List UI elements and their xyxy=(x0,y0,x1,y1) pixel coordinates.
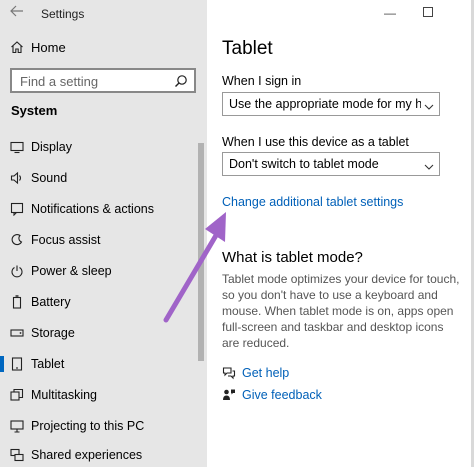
battery-icon xyxy=(10,295,24,309)
chat-bubble-icon xyxy=(222,366,236,380)
give-feedback-link[interactable]: Give feedback xyxy=(242,388,322,402)
sign-in-mode-dropdown[interactable]: Use the appropriate mode for my hardw... xyxy=(222,92,440,116)
scrollbar-thumb[interactable] xyxy=(198,143,204,361)
sound-icon xyxy=(10,171,24,185)
sidebar-item-projecting[interactable]: Projecting to this PC xyxy=(0,413,200,439)
sidebar-item-shared-experiences[interactable]: Shared experiences xyxy=(0,442,200,467)
dropdown-value: Don't switch to tablet mode xyxy=(229,157,379,171)
back-arrow-icon[interactable] xyxy=(10,5,28,21)
sidebar-item-notifications[interactable]: Notifications & actions xyxy=(0,196,200,222)
sidebar-item-label: Notifications & actions xyxy=(31,202,154,216)
section-label: System xyxy=(11,103,58,118)
sidebar-item-label: Focus assist xyxy=(31,233,101,247)
sidebar-item-focus-assist[interactable]: Focus assist xyxy=(0,227,200,253)
home-icon xyxy=(10,40,24,54)
window-controls: — xyxy=(207,0,474,28)
section-heading: What is tablet mode? xyxy=(222,249,363,266)
notifications-icon xyxy=(10,202,24,217)
sidebar-item-label: Battery xyxy=(31,295,71,309)
sidebar-item-label: Display xyxy=(31,140,72,154)
projecting-icon xyxy=(10,419,24,433)
sidebar-item-label: Storage xyxy=(31,326,75,340)
sidebar-item-multitasking[interactable]: Multitasking xyxy=(0,382,200,408)
storage-icon xyxy=(10,326,24,340)
sidebar-item-battery[interactable]: Battery xyxy=(0,289,200,315)
feedback-icon xyxy=(222,388,236,402)
maximize-button[interactable] xyxy=(420,5,436,21)
tablet-mode-description: Tablet mode optimizes your device for to… xyxy=(222,272,460,350)
sidebar-item-display[interactable]: Display xyxy=(0,134,200,160)
sidebar-item-label: Power & sleep xyxy=(31,264,112,278)
power-icon xyxy=(10,264,24,278)
titlebar: Settings xyxy=(0,0,207,28)
sidebar-item-home[interactable]: Home xyxy=(0,36,207,60)
shared-experiences-icon xyxy=(10,448,24,462)
search-input[interactable] xyxy=(20,73,170,89)
dropdown-value: Use the appropriate mode for my hardw... xyxy=(229,97,421,111)
chevron-down-icon xyxy=(424,159,434,170)
search-icon[interactable] xyxy=(174,74,188,88)
tablet-icon xyxy=(10,357,24,371)
sidebar-item-label: Multitasking xyxy=(31,388,97,402)
get-help-link[interactable]: Get help xyxy=(242,366,289,380)
sidebar-item-power-sleep[interactable]: Power & sleep xyxy=(0,258,200,284)
sidebar-item-tablet[interactable]: Tablet xyxy=(0,351,200,377)
change-additional-settings-link[interactable]: Change additional tablet settings xyxy=(222,195,403,209)
chevron-down-icon xyxy=(424,99,434,110)
minimize-button[interactable]: — xyxy=(382,5,398,21)
app-title: Settings xyxy=(41,7,85,21)
sidebar-item-label: Projecting to this PC xyxy=(31,419,145,433)
tablet-mode-dropdown[interactable]: Don't switch to tablet mode xyxy=(222,152,440,176)
sidebar-item-label: Shared experiences xyxy=(31,448,143,462)
get-help-row[interactable]: Get help xyxy=(222,364,422,382)
page-title: Tablet xyxy=(222,38,273,59)
sidebar-item-label: Tablet xyxy=(31,357,65,371)
search-box[interactable] xyxy=(10,68,196,93)
sign-in-label: When I sign in xyxy=(222,74,302,88)
tablet-use-label: When I use this device as a tablet xyxy=(222,135,409,149)
focus-assist-icon xyxy=(10,233,24,247)
give-feedback-row[interactable]: Give feedback xyxy=(222,386,422,404)
display-icon xyxy=(10,140,24,154)
home-label: Home xyxy=(31,40,66,55)
sidebar-item-label: Sound xyxy=(31,171,68,185)
sidebar-item-sound[interactable]: Sound xyxy=(0,165,200,191)
multitasking-icon xyxy=(10,388,24,402)
sidebar-item-storage[interactable]: Storage xyxy=(0,320,200,346)
